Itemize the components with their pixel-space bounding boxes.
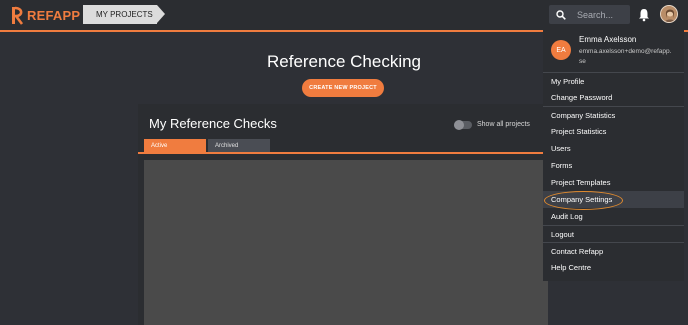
nav-tab-my-projects[interactable]: MY PROJECTS bbox=[83, 5, 165, 24]
menu-item-contact-refapp[interactable]: Contact Refapp bbox=[543, 242, 684, 259]
menu-item-audit-log[interactable]: Audit Log bbox=[543, 208, 684, 225]
refapp-logo[interactable]: REFAPP bbox=[9, 6, 80, 25]
tab-active[interactable]: Active bbox=[144, 139, 206, 152]
toggle-knob bbox=[454, 120, 464, 130]
search-icon bbox=[549, 9, 573, 20]
toggle-label: Show all projects bbox=[477, 121, 530, 128]
reference-checks-list bbox=[144, 160, 548, 325]
menu-item-change-password[interactable]: Change Password bbox=[543, 89, 684, 106]
search-box[interactable]: Search... bbox=[549, 5, 630, 24]
create-new-project-button[interactable]: CREATE NEW PROJECT bbox=[302, 79, 384, 97]
menu-item-company-statistics[interactable]: Company Statistics bbox=[543, 106, 684, 123]
logo-text: REFAPP bbox=[27, 8, 81, 23]
menu-item-project-templates[interactable]: Project Templates bbox=[543, 174, 684, 191]
avatar[interactable] bbox=[660, 5, 678, 23]
user-menu: My Profile Change Password Company Stati… bbox=[543, 72, 684, 276]
menu-item-logout[interactable]: Logout bbox=[543, 225, 684, 242]
menu-item-users[interactable]: Users bbox=[543, 140, 684, 157]
tab-underline bbox=[138, 152, 548, 154]
tab-archived[interactable]: Archived bbox=[208, 139, 270, 152]
bell-icon[interactable] bbox=[638, 8, 650, 22]
menu-item-help-centre[interactable]: Help Centre bbox=[543, 259, 684, 276]
menu-item-project-statistics[interactable]: Project Statistics bbox=[543, 123, 684, 140]
menu-item-forms[interactable]: Forms bbox=[543, 157, 684, 174]
user-info: EA Emma Axelsson emma.axelsson+demo@refa… bbox=[543, 28, 684, 70]
user-menu-dropdown: EA Emma Axelsson emma.axelsson+demo@refa… bbox=[543, 28, 684, 281]
reference-checks-panel: My Reference Checks Show all projects Ac… bbox=[138, 104, 548, 325]
search-input[interactable]: Search... bbox=[577, 10, 613, 20]
menu-item-company-settings[interactable]: Company Settings bbox=[543, 191, 684, 210]
refapp-logo-icon bbox=[9, 6, 25, 25]
user-name: Emma Axelsson bbox=[579, 35, 637, 44]
panel-title: My Reference Checks bbox=[149, 116, 277, 131]
user-initials-avatar: EA bbox=[551, 40, 571, 60]
show-all-projects-toggle[interactable] bbox=[454, 120, 472, 130]
menu-item-my-profile[interactable]: My Profile bbox=[543, 72, 684, 89]
user-email: emma.axelsson+demo@refapp.se bbox=[579, 48, 672, 65]
